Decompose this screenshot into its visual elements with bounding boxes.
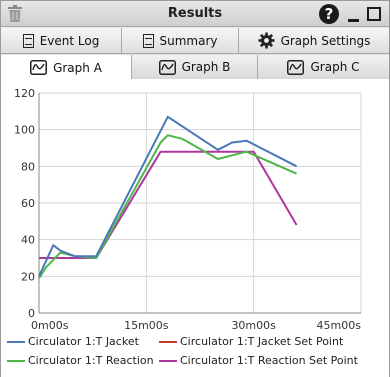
waveform-icon xyxy=(30,60,48,75)
maximize-icon[interactable] xyxy=(367,7,381,21)
waveform-icon xyxy=(287,59,305,75)
tab-graph-b[interactable]: Graph B xyxy=(132,55,258,79)
x-tick-label: 0m00s xyxy=(31,319,69,332)
legend-item[interactable]: Circulator 1:T Jacket Set Point xyxy=(159,335,343,348)
graph-panel: 0 20 40 60 80 100 120 0m00s 15m00s 30m00s 45m00s xyxy=(1,79,389,377)
legend-item[interactable]: Circulator 1:T Reaction Set Point xyxy=(159,354,358,367)
legend-swatch xyxy=(159,359,177,362)
series-line-circulator-1-t-jacket xyxy=(38,115,298,277)
tab-label: Event Log xyxy=(39,33,100,48)
tab-graph-settings[interactable]: Graph Settings xyxy=(239,28,389,53)
legend-label: Circulator 1:T Reaction xyxy=(28,354,154,367)
toolbar-tabs: Event Log Summary Graph Settings xyxy=(1,27,389,54)
legend-swatch xyxy=(7,340,25,343)
y-tick-label: 60 xyxy=(21,197,35,210)
tab-label: Graph C xyxy=(310,60,360,74)
series-line-circulator-1-t-reaction-set-point xyxy=(39,150,298,259)
legend-label: Circulator 1:T Jacket xyxy=(28,335,139,348)
legend-item[interactable]: Circulator 1:T Jacket xyxy=(7,335,139,348)
legend-label: Circulator 1:T Reaction Set Point xyxy=(180,354,358,367)
y-tick-label: 100 xyxy=(14,124,35,137)
minimize-icon[interactable] xyxy=(348,8,360,22)
legend-swatch xyxy=(159,340,177,343)
y-tick-label: 40 xyxy=(21,234,35,247)
title-bar: Results ? xyxy=(1,1,389,27)
graph-tabs: Graph A Graph B Graph C xyxy=(1,54,389,80)
tab-label: Graph B xyxy=(181,60,231,74)
x-tick-label: 30m00s xyxy=(231,319,276,332)
legend-swatch xyxy=(7,359,25,362)
y-tick-label: 120 xyxy=(14,87,35,100)
document-icon xyxy=(142,33,154,48)
tab-label: Graph A xyxy=(53,60,102,75)
line-chart[interactable]: 0204060801001200m00s 15m00s 30m00s 45m00s xyxy=(1,79,389,335)
x-tick-label: 45m00s xyxy=(317,319,362,332)
legend-label: Circulator 1:T Jacket Set Point xyxy=(180,335,344,348)
legend-item[interactable]: Circulator 1:T Reaction xyxy=(7,354,154,367)
tab-graph-a[interactable]: Graph A xyxy=(1,55,132,80)
waveform-icon xyxy=(158,59,176,75)
y-tick-label: 20 xyxy=(21,270,35,283)
tab-event-log[interactable]: Event Log xyxy=(1,28,122,53)
y-tick-label: 80 xyxy=(21,160,35,173)
results-window: Results ? Event Log Summary Graph Settin… xyxy=(0,0,390,377)
gear-icon xyxy=(258,32,275,49)
document-icon xyxy=(22,33,34,48)
tab-label: Summary xyxy=(159,33,218,48)
tab-summary[interactable]: Summary xyxy=(122,28,239,53)
tab-graph-c[interactable]: Graph C xyxy=(258,55,389,79)
x-tick-label: 15m00s xyxy=(124,319,169,332)
tab-label: Graph Settings xyxy=(280,33,371,48)
help-icon[interactable]: ? xyxy=(319,4,339,24)
